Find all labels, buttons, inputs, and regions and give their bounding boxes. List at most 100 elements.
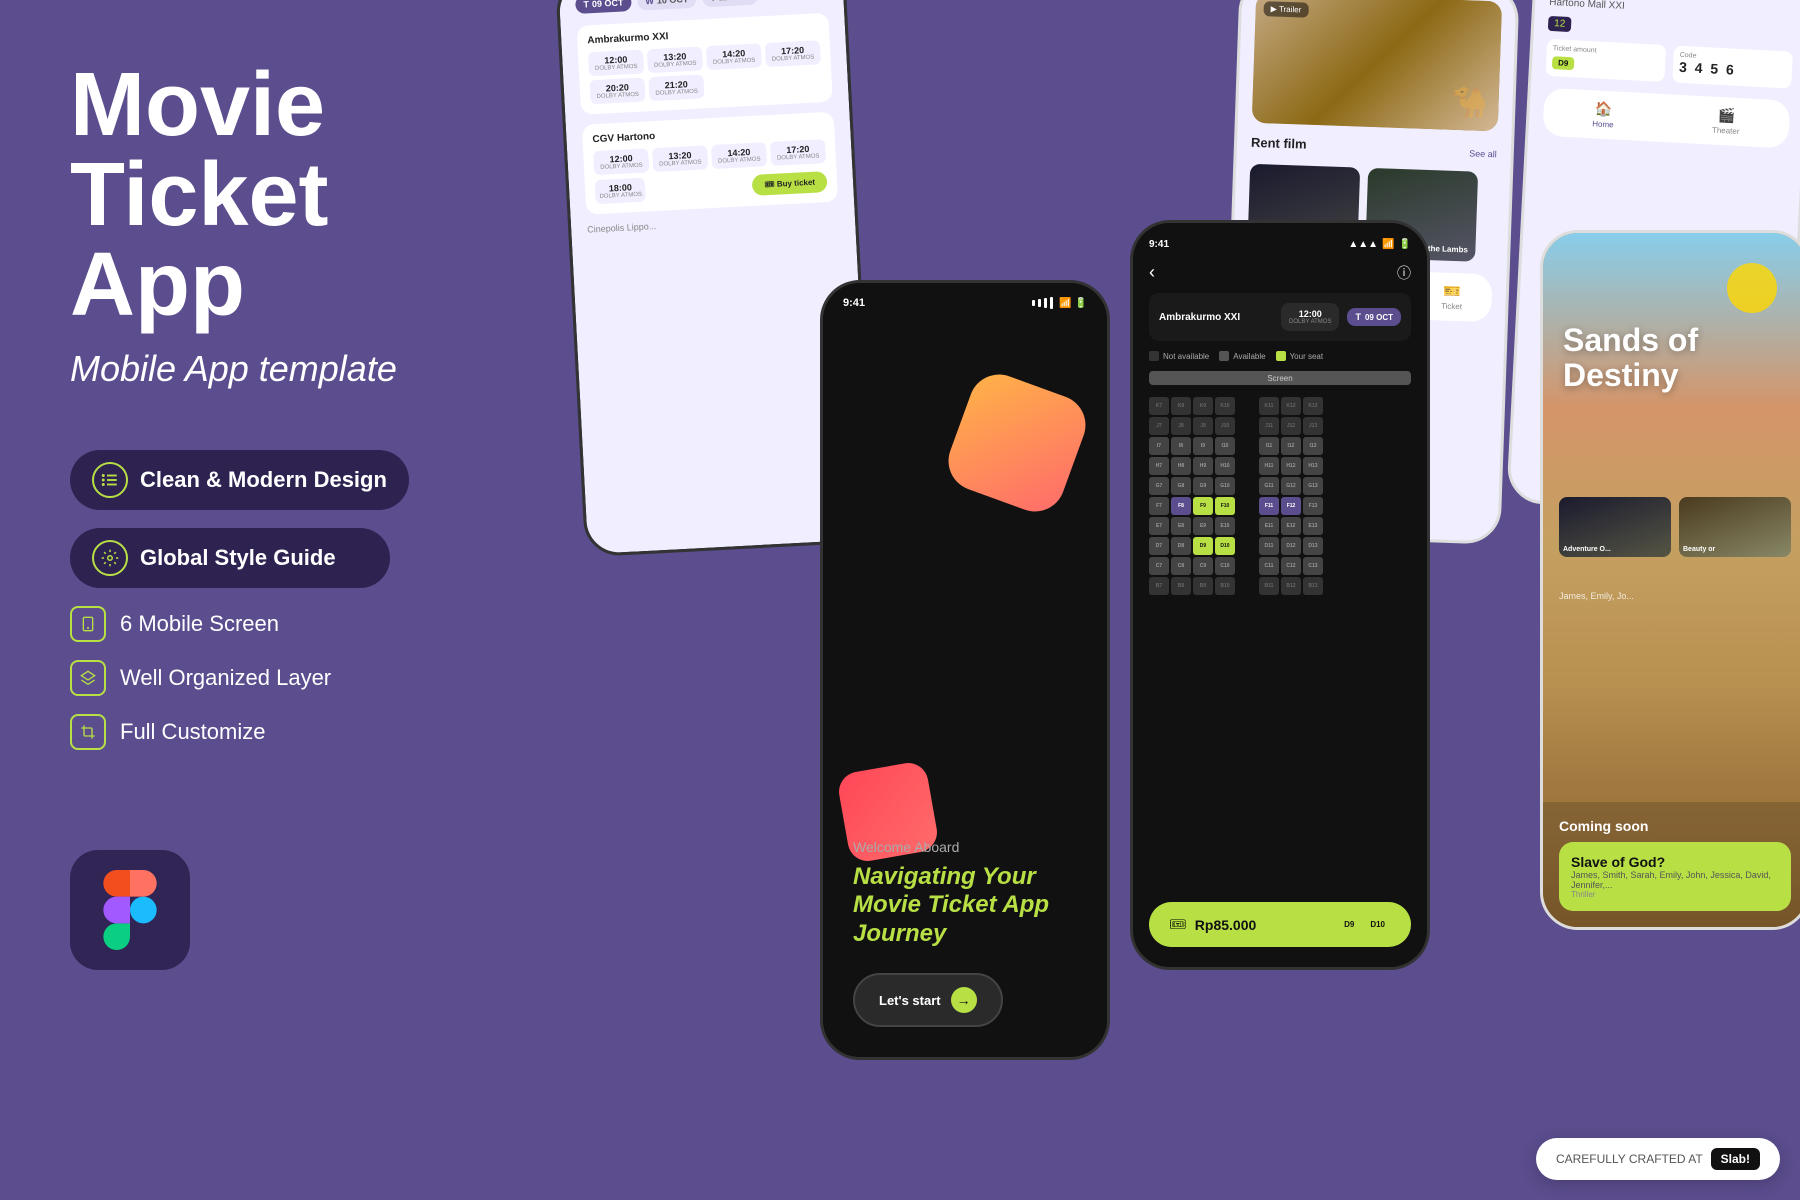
date-pill-3[interactable]: T 11 OCT — [702, 0, 758, 7]
seat-F13[interactable]: F13 — [1303, 497, 1323, 515]
seat-H7[interactable]: H7 — [1149, 457, 1169, 475]
welcome-headline: Welcome Aboard — [853, 839, 1077, 855]
seat-B13[interactable]: B13 — [1303, 577, 1323, 595]
seat-I9[interactable]: I9 — [1193, 437, 1213, 455]
equalizer-icon — [92, 462, 128, 498]
thumb-beauty[interactable]: Beauty or — [1679, 497, 1791, 557]
seat-G12[interactable]: G12 — [1281, 477, 1301, 495]
buy-ticket-button[interactable]: 🎟 Buy ticket — [752, 171, 828, 196]
seat-E13[interactable]: E13 — [1303, 517, 1323, 535]
seat-F10[interactable]: F10 — [1215, 497, 1235, 515]
seat-C7[interactable]: C7 — [1149, 557, 1169, 575]
seat-C8[interactable]: C8 — [1171, 557, 1191, 575]
seat-J11[interactable]: J11 — [1259, 417, 1279, 435]
seat-E11[interactable]: E11 — [1259, 517, 1279, 535]
seat-G9[interactable]: G9 — [1193, 477, 1213, 495]
seat-B8[interactable]: B8 — [1171, 577, 1191, 595]
thumb-adventure[interactable]: Adventure O... — [1559, 497, 1671, 557]
seat-C10[interactable]: C10 — [1215, 557, 1235, 575]
see-all-button[interactable]: See all — [1469, 148, 1497, 159]
seat-F8[interactable]: F8 — [1171, 497, 1191, 515]
seat-E10[interactable]: E10 — [1215, 517, 1235, 535]
seat-J12[interactable]: J12 — [1281, 417, 1301, 435]
seat-C9[interactable]: C9 — [1193, 557, 1213, 575]
seat-C12[interactable]: C12 — [1281, 557, 1301, 575]
seat-H12[interactable]: H12 — [1281, 457, 1301, 475]
seat-C13[interactable]: C13 — [1303, 557, 1323, 575]
seat-D10[interactable]: D10 — [1215, 537, 1235, 555]
seat-F9[interactable]: F9 — [1193, 497, 1213, 515]
seat-G10[interactable]: G10 — [1215, 477, 1235, 495]
desert-cast: James, Emily, Jo... — [1559, 591, 1791, 601]
seat-J9[interactable]: J9 — [1193, 417, 1213, 435]
seat-date: T 09 OCT — [1347, 308, 1401, 326]
seat-J8[interactable]: J8 — [1171, 417, 1191, 435]
seat-K9[interactable]: K9 — [1193, 397, 1213, 415]
seat-B12[interactable]: B12 — [1281, 577, 1301, 595]
seat-K13[interactable]: K13 — [1303, 397, 1323, 415]
seat-E12[interactable]: E12 — [1281, 517, 1301, 535]
seat-I7[interactable]: I7 — [1149, 437, 1169, 455]
phone-icon — [70, 606, 106, 642]
seat-B10[interactable]: B10 — [1215, 577, 1235, 595]
seat-H13[interactable]: H13 — [1303, 457, 1323, 475]
seat-D11[interactable]: D11 — [1259, 537, 1279, 555]
seat-H8[interactable]: H8 — [1171, 457, 1191, 475]
seat-D8[interactable]: D8 — [1171, 537, 1191, 555]
phone-seats: 9:41 ▲▲▲ 📶 🔋 ‹ ⓘ Ambrakurmo XXI 12:00 — [1130, 220, 1430, 970]
seat-F11[interactable]: F11 — [1259, 497, 1279, 515]
legend-available: Available — [1233, 352, 1265, 361]
seat-I12[interactable]: I12 — [1281, 437, 1301, 455]
seat-F12[interactable]: F12 — [1281, 497, 1301, 515]
seat-K7[interactable]: K7 — [1149, 397, 1169, 415]
seat-I10[interactable]: I10 — [1215, 437, 1235, 455]
date-pill-2[interactable]: W 10 OCT — [637, 0, 697, 11]
seat-I11[interactable]: I11 — [1259, 437, 1279, 455]
seat-K10[interactable]: K10 — [1215, 397, 1235, 415]
seat-E9[interactable]: E9 — [1193, 517, 1213, 535]
seat-B11[interactable]: B11 — [1259, 577, 1279, 595]
info-icon[interactable]: ⓘ — [1397, 263, 1411, 283]
seat-B9[interactable]: B9 — [1193, 577, 1213, 595]
seat-D13[interactable]: D13 — [1303, 537, 1323, 555]
seat-G8[interactable]: G8 — [1171, 477, 1191, 495]
seat-H9[interactable]: H9 — [1193, 457, 1213, 475]
feature-mobile-screens: 6 Mobile Screen — [70, 606, 520, 642]
seat-F7[interactable]: F7 — [1149, 497, 1169, 515]
back-button[interactable]: ‹ — [1149, 262, 1155, 283]
seat-B7[interactable]: B7 — [1149, 577, 1169, 595]
seat-K11[interactable]: K11 — [1259, 397, 1279, 415]
seat-J7[interactable]: J7 — [1149, 417, 1169, 435]
seat-D7[interactable]: D7 — [1149, 537, 1169, 555]
seat-H10[interactable]: H10 — [1215, 457, 1235, 475]
seat-D9[interactable]: D9 — [1193, 537, 1213, 555]
ticket-nav-theater[interactable]: 🎬 Theater — [1712, 107, 1741, 136]
seat-C11[interactable]: C11 — [1259, 557, 1279, 575]
seat-E8[interactable]: E8 — [1171, 517, 1191, 535]
seat-E7[interactable]: E7 — [1149, 517, 1169, 535]
seat-H11[interactable]: H11 — [1259, 457, 1279, 475]
nav-ticket[interactable]: 🎫 Ticket — [1441, 283, 1463, 312]
lets-start-button[interactable]: Let's start → — [853, 973, 1003, 1027]
nav-ticket-label: Ticket — [1441, 302, 1462, 312]
crafted-label: CAREFULLY CRAFTED AT — [1556, 1152, 1703, 1166]
seat-G13[interactable]: G13 — [1303, 477, 1323, 495]
ticket-bottom-bar[interactable]: 🎟 Rp85.000 D9 D10 — [1149, 902, 1411, 947]
coming-soon-card: Slave of God? James, Smith, Sarah, Emily… — [1559, 842, 1791, 911]
layer-label: Well Organized Layer — [120, 665, 331, 691]
cinema-name-3: Cinepolis Lippo... — [587, 211, 839, 234]
seat-K8[interactable]: K8 — [1171, 397, 1191, 415]
ticket-nav-home-label: Home — [1592, 119, 1614, 129]
seat-I13[interactable]: I13 — [1303, 437, 1323, 455]
seats-status-time: 9:41 — [1149, 239, 1169, 250]
date-pill-1[interactable]: T 09 OCT — [575, 0, 632, 14]
seat-J10[interactable]: J10 — [1215, 417, 1235, 435]
seat-G11[interactable]: G11 — [1259, 477, 1279, 495]
ticket-nav-home[interactable]: 🏠 Home — [1592, 100, 1615, 129]
seat-time: 12:00 — [1289, 309, 1331, 319]
seat-K12[interactable]: K12 — [1281, 397, 1301, 415]
seat-D12[interactable]: D12 — [1281, 537, 1301, 555]
seat-I8[interactable]: I8 — [1171, 437, 1191, 455]
seat-J13[interactable]: J13 — [1303, 417, 1323, 435]
seat-G7[interactable]: G7 — [1149, 477, 1169, 495]
